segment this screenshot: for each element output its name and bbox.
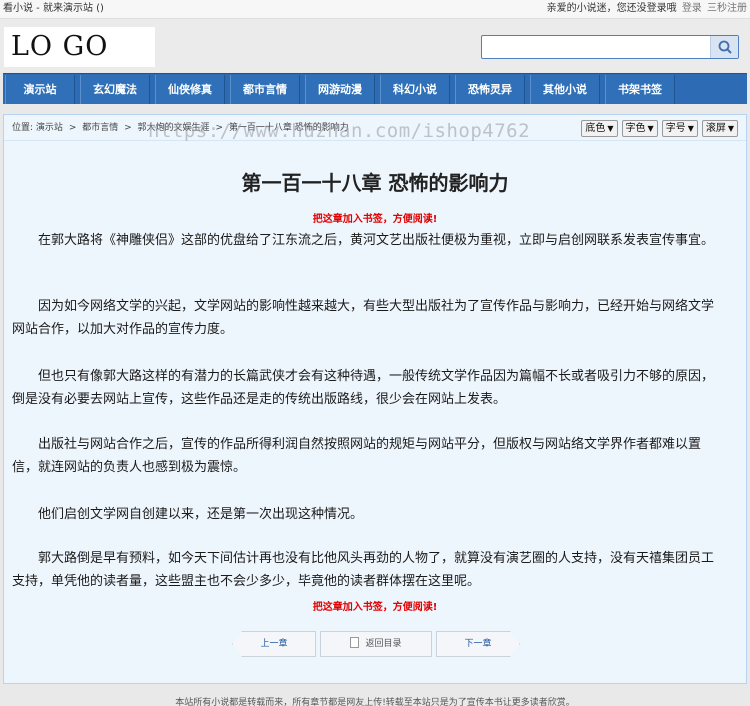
nav-item-xuanhuan[interactable]: 玄幻魔法 [80, 75, 150, 104]
nav-item-kongbu[interactable]: 恐怖灵异 [455, 75, 525, 104]
search-icon [718, 40, 732, 54]
breadcrumb-category[interactable]: 都市言情 [82, 123, 118, 133]
site-slogan: 看小说 - 就来演示站 () [3, 3, 104, 14]
chapter-paragraph: 出版社与网站合作之后，宣传的作品所得利润自然按照网站的规矩与网站平分，但版权与网… [12, 437, 702, 475]
bookmark-tip-bottom[interactable]: 把这章加入书签，方便阅读! [4, 598, 746, 613]
search-box [481, 35, 739, 59]
chapter-paragraph: 在郭大路将《神雕侠侣》这部的优盘给了江东流之后，黄河文艺出版社便极为重视，立即与… [38, 233, 715, 248]
chevron-down-icon: ▼ [727, 124, 734, 133]
login-greeting: 亲爱的小说迷，您还没登录哦 [546, 3, 677, 14]
breadcrumb-separator: > [68, 123, 77, 133]
chapter-paragraph: 郭大路倒是早有预料，如今天下间估计再也没有比他风头再劲的人物了，就算没有演艺圈的… [12, 551, 715, 589]
scroll-select[interactable]: 滚屏 ▼ [701, 120, 738, 137]
bg-color-label: 底色 [585, 123, 606, 134]
chapter-paragraph: 因为如今网络文学的兴起，文学网站的影响性越来越大，有些大型出版社为了宣传作品与影… [12, 299, 715, 337]
breadcrumb-prefix: 位置: [12, 123, 34, 133]
top-bar: 看小说 - 就来演示站 () 亲爱的小说迷，您还没登录哦 登录 三秒注册 [0, 0, 750, 19]
search-button[interactable] [710, 36, 738, 58]
bookmark-tip[interactable]: 把这章加入书签，方便阅读! [4, 210, 746, 225]
next-chapter-button[interactable]: 下一章 [436, 631, 520, 657]
chapter-paragraph: 他们启创文学网自创建以来，还是第一次出现这种情况。 [38, 507, 364, 522]
nav-item-qita[interactable]: 其他小说 [530, 75, 600, 104]
breadcrumb-home[interactable]: 演示站 [36, 123, 63, 133]
main-nav: 演示站 玄幻魔法 仙侠修真 都市言情 网游动漫 科幻小说 恐怖灵异 其他小说 书… [3, 73, 747, 104]
chapter-content: 位置: 演示站 > 都市言情 > 郭大炮的文娱生涯 > 第一百一十八章 恐怖的影… [3, 114, 747, 684]
search-input[interactable] [484, 38, 708, 56]
user-status: 亲爱的小说迷，您还没登录哦 登录 三秒注册 [547, 0, 747, 18]
chevron-down-icon: ▼ [607, 124, 614, 133]
font-color-label: 字色 [625, 123, 646, 134]
nav-item-home[interactable]: 演示站 [5, 75, 75, 104]
nav-item-xianxia[interactable]: 仙侠修真 [155, 75, 225, 104]
nav-item-bookshelf[interactable]: 书架书签 [605, 75, 675, 104]
nav-item-dushi[interactable]: 都市言情 [230, 75, 300, 104]
chapter-list-label: 返回目录 [365, 639, 402, 649]
bg-color-select[interactable]: 底色 ▼ [581, 120, 618, 137]
site-logo[interactable]: LO GO [4, 27, 155, 67]
document-icon [350, 637, 360, 648]
watermark: https://www.huzhan.com/ishop4762 [148, 120, 531, 142]
chapter-paragraph: 但也只有像郭大路这样的有潜力的长篇武侠才会有这种待遇，一般传统文学作品因为篇幅不… [12, 369, 715, 407]
font-size-select[interactable]: 字号 ▼ [661, 120, 698, 137]
nav-item-wangyou[interactable]: 网游动漫 [305, 75, 375, 104]
reading-tools: 底色 ▼ 字色 ▼ 字号 ▼ 滚屏 ▼ [577, 120, 738, 137]
font-size-label: 字号 [665, 123, 686, 134]
login-link[interactable]: 登录 [682, 3, 702, 14]
breadcrumb-separator: > [124, 123, 132, 133]
scroll-label: 滚屏 [705, 123, 726, 134]
chevron-down-icon: ▼ [647, 124, 654, 133]
prev-chapter-button[interactable]: 上一章 [232, 631, 316, 657]
font-color-select[interactable]: 字色 ▼ [621, 120, 658, 137]
nav-item-kehuan[interactable]: 科幻小说 [380, 75, 450, 104]
chapter-list-button[interactable]: 返回目录 [320, 631, 432, 657]
footer-note: 本站所有小说都是转载而来，所有章节都是网友上传!转载至本站只是为了宣传本书让更多… [175, 698, 575, 706]
chevron-down-icon: ▼ [687, 124, 694, 133]
register-link[interactable]: 三秒注册 [707, 3, 747, 14]
chapter-title: 第一百一十八章 恐怖的影响力 [241, 171, 509, 195]
header: LO GO [0, 19, 750, 72]
